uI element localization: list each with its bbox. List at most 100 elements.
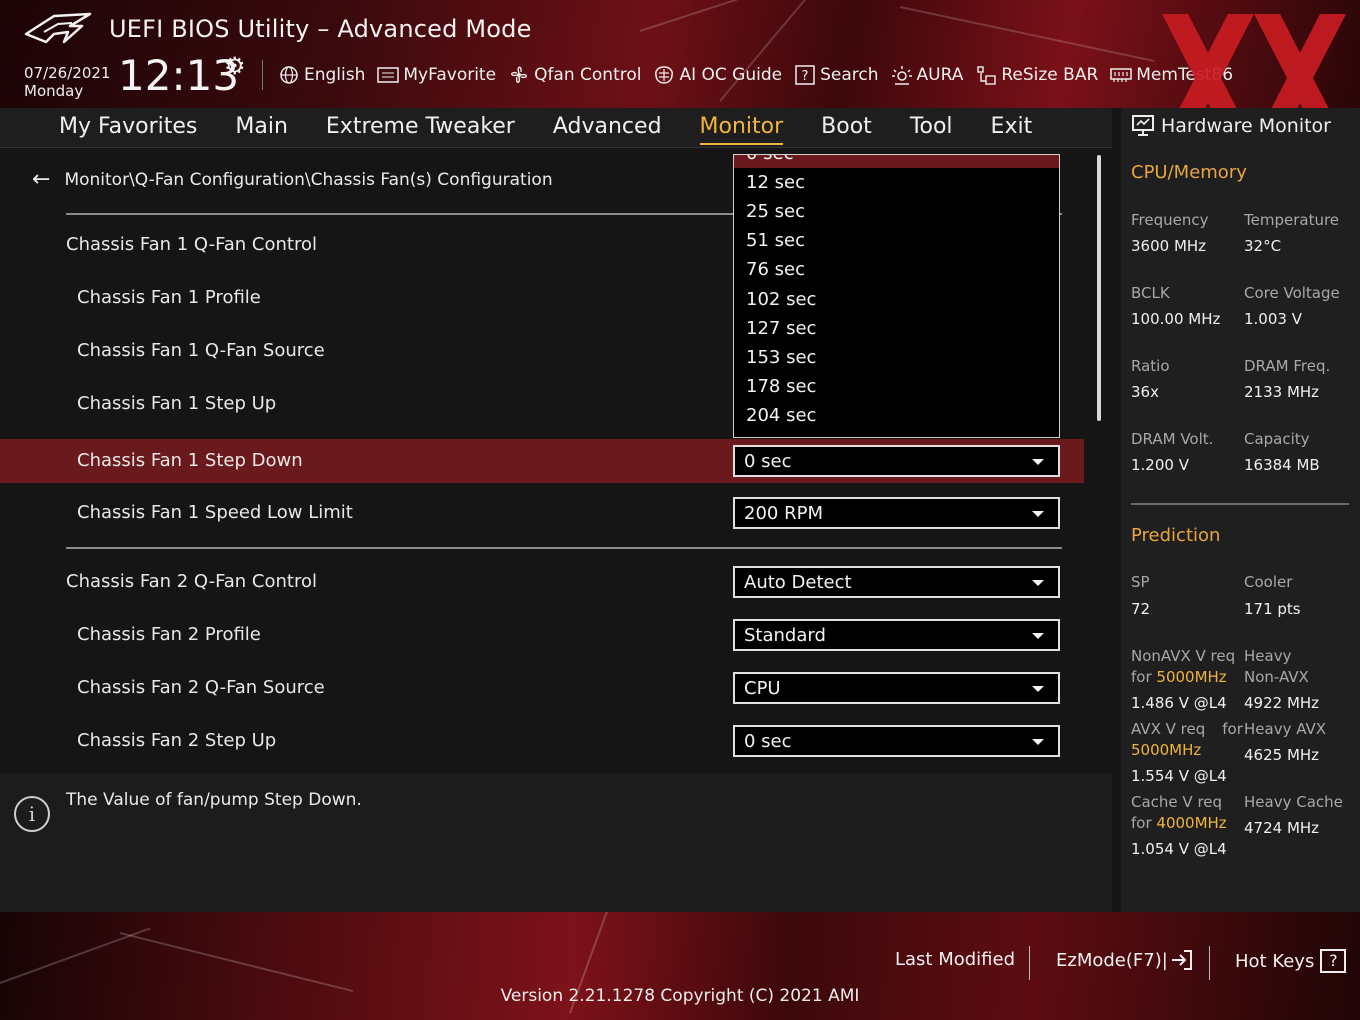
- setting-row[interactable]: Chassis Fan 2 Step Up 0 sec: [0, 719, 1084, 763]
- help-text: The Value of fan/pump Step Down.: [66, 790, 362, 810]
- myfavorite-button[interactable]: MyFavorite: [377, 64, 496, 86]
- dropdown-option[interactable]: 25 sec: [734, 197, 1059, 226]
- search-help-icon: ?: [794, 64, 816, 86]
- hw-value: 1.200 V: [1131, 456, 1189, 474]
- hw-key: Frequency: [1131, 211, 1209, 229]
- breadcrumb-path: Monitor\Q-Fan Configuration\Chassis Fan(…: [64, 169, 553, 190]
- language-button[interactable]: English: [278, 64, 365, 86]
- tab-monitor[interactable]: Monitor: [699, 108, 784, 145]
- dropdown-option[interactable]: 178 sec: [734, 372, 1059, 401]
- setting-label: Chassis Fan 1 Q-Fan Control: [66, 234, 317, 255]
- exit-to-ezmode-icon: [1171, 950, 1192, 970]
- chevron-down-icon: [1032, 580, 1044, 586]
- dropdown-option[interactable]: 102 sec: [734, 285, 1059, 314]
- hw-value: 72: [1131, 600, 1151, 618]
- hw-key: NonAVX V req: [1131, 647, 1236, 665]
- hw-key: Ratio: [1131, 357, 1170, 375]
- hw-key: Heavy Cache: [1244, 793, 1343, 811]
- footer-decor-streak: [119, 932, 354, 993]
- setting-label: Chassis Fan 1 Q-Fan Source: [77, 340, 325, 361]
- hw-key: Cooler: [1244, 573, 1293, 591]
- setting-label: Chassis Fan 2 Step Up: [77, 730, 277, 751]
- help-question-icon: ?: [1320, 949, 1347, 973]
- date-text: 07/26/2021: [24, 64, 111, 82]
- qfan-control-button[interactable]: Qfan Control: [508, 64, 641, 86]
- speed-low-limit-select[interactable]: 200 RPM: [733, 497, 1060, 529]
- step-down-select[interactable]: 0 sec: [733, 445, 1060, 477]
- fan2-qfan-source-select[interactable]: CPU: [733, 672, 1060, 704]
- select-value: CPU: [744, 678, 781, 699]
- search-button[interactable]: ? Search: [794, 64, 879, 86]
- select-value: Auto Detect: [744, 572, 852, 593]
- hw-value: 36x: [1131, 383, 1159, 401]
- date-display: 07/26/2021 Monday: [24, 64, 110, 100]
- setting-row-selected[interactable]: Chassis Fan 1 Step Down 0 sec: [0, 439, 1084, 483]
- hw-key-freq: 4000MHz: [1156, 814, 1227, 832]
- last-modified-button[interactable]: Last Modified: [895, 949, 1015, 970]
- settings-scrollbar[interactable]: [1097, 155, 1101, 421]
- setting-row[interactable]: Chassis Fan 2 Q-Fan Control Auto Detect: [0, 560, 1084, 604]
- hw-value: 4625 MHz: [1244, 746, 1320, 764]
- header-divider: [262, 60, 263, 90]
- dropdown-option-selected[interactable]: 0 sec: [734, 155, 1059, 168]
- dropdown-option[interactable]: 127 sec: [734, 314, 1059, 343]
- setting-row[interactable]: Chassis Fan 1 Speed Low Limit 200 RPM: [0, 491, 1084, 535]
- aura-label: AURA: [916, 65, 964, 85]
- step-down-dropdown-list[interactable]: 0 sec 12 sec 25 sec 51 sec 76 sec 102 se…: [733, 154, 1060, 438]
- back-arrow-icon[interactable]: ←: [32, 167, 50, 192]
- hw-key: Temperature: [1244, 211, 1340, 229]
- resize-bar-button[interactable]: ReSize BAR: [975, 64, 1098, 86]
- footer-divider: [1209, 946, 1210, 980]
- hardware-monitor-title: Hardware Monitor: [1131, 114, 1331, 138]
- tab-advanced[interactable]: Advanced: [553, 108, 662, 148]
- tab-extreme-tweaker[interactable]: Extreme Tweaker: [326, 108, 515, 148]
- setting-row[interactable]: Chassis Fan 2 Q-Fan Source CPU: [0, 666, 1084, 710]
- dropdown-option[interactable]: 76 sec: [734, 255, 1059, 284]
- tab-exit[interactable]: Exit: [991, 108, 1033, 148]
- language-label: English: [304, 65, 366, 85]
- fan2-qfan-control-select[interactable]: Auto Detect: [733, 566, 1060, 598]
- svg-text:?: ?: [802, 69, 809, 84]
- tab-tool[interactable]: Tool: [910, 108, 953, 148]
- tab-my-favorites[interactable]: My Favorites: [59, 108, 197, 148]
- hw-key: Capacity: [1244, 430, 1310, 448]
- select-value: 0 sec: [744, 451, 792, 472]
- ai-oc-guide-button[interactable]: AI OC Guide: [653, 64, 782, 86]
- clock-settings-gear-icon[interactable]: ⚙: [224, 52, 246, 80]
- fan2-step-up-select[interactable]: 0 sec: [733, 725, 1060, 757]
- dropdown-option[interactable]: 204 sec: [734, 401, 1059, 430]
- header-toolbar: English MyFavorite Qfan Control AI OC Gu…: [278, 62, 1245, 88]
- hw-value: 1.054 V @L4: [1131, 840, 1227, 858]
- hw-value: 2133 MHz: [1244, 383, 1320, 401]
- hw-key: Non-AVX: [1244, 668, 1309, 686]
- fan2-profile-select[interactable]: Standard: [733, 619, 1060, 651]
- settings-panel: ← Monitor\Q-Fan Configuration\Chassis Fa…: [0, 149, 1112, 766]
- clock-display: 12:13: [118, 51, 240, 100]
- hw-value: 171 pts: [1244, 600, 1301, 618]
- tab-boot[interactable]: Boot: [821, 108, 872, 148]
- setting-row[interactable]: Chassis Fan 2 Profile Standard: [0, 613, 1084, 657]
- dropdown-option[interactable]: 12 sec: [734, 168, 1059, 197]
- setting-label: Chassis Fan 2 Q-Fan Source: [77, 677, 325, 698]
- fan-icon: [508, 64, 530, 86]
- aura-button[interactable]: AURA: [891, 64, 964, 86]
- hw-key: Cache V req: [1131, 793, 1223, 811]
- cpu-memory-section-title: CPU/Memory: [1131, 162, 1247, 183]
- ai-chip-icon: [653, 64, 675, 86]
- ezmode-label: EzMode(F7)|: [1056, 949, 1168, 971]
- ezmode-button[interactable]: EzMode(F7)|: [1056, 949, 1194, 971]
- breadcrumb: ← Monitor\Q-Fan Configuration\Chassis Fa…: [32, 167, 553, 192]
- hw-key: DRAM Freq.: [1244, 357, 1331, 375]
- hot-keys-button[interactable]: Hot Keys ?: [1235, 949, 1347, 973]
- tab-main[interactable]: Main: [235, 108, 288, 148]
- aura-light-icon: [891, 64, 913, 86]
- select-value: 0 sec: [744, 731, 792, 752]
- menu-tabs: My Favorites Main Extreme Tweaker Advanc…: [40, 108, 1051, 148]
- hw-key-line: for 5000MHz: [1131, 668, 1227, 686]
- hw-key: BCLK: [1131, 284, 1170, 302]
- hardware-monitor-panel: Hardware Monitor CPU/Memory Frequency 36…: [1121, 108, 1360, 912]
- dropdown-option[interactable]: 51 sec: [734, 226, 1059, 255]
- prediction-section-title: Prediction: [1131, 525, 1221, 546]
- hardware-monitor-label: Hardware Monitor: [1161, 115, 1331, 137]
- dropdown-option[interactable]: 153 sec: [734, 343, 1059, 372]
